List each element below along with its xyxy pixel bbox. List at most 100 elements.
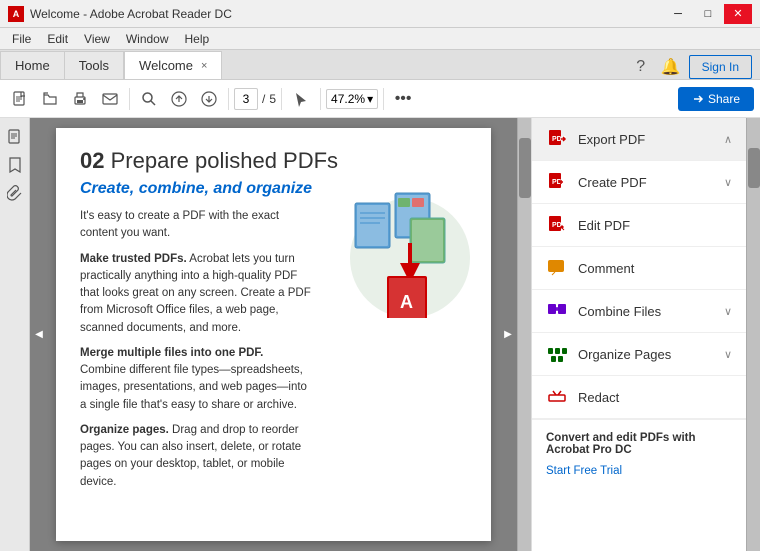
notification-icon[interactable]: 🔔	[659, 55, 683, 79]
panel-item-export-pdf[interactable]: PDF Export PDF ∧	[532, 118, 746, 161]
menu-view[interactable]: View	[76, 30, 118, 48]
pdf-heading-num: 02	[80, 148, 104, 173]
panel-item-edit-pdf[interactable]: PDF Edit PDF	[532, 204, 746, 247]
scrollbar-thumb[interactable]	[519, 138, 531, 198]
export-pdf-icon: PDF	[546, 128, 568, 150]
download-button[interactable]	[195, 85, 223, 113]
right-panel: PDF Export PDF ∧ PDF Create PDF ∨ PDF Ed…	[531, 118, 746, 551]
share-button[interactable]: Share	[678, 87, 754, 111]
page-sep: /	[262, 92, 265, 106]
zoom-value: 47.2%	[331, 92, 365, 106]
edit-pdf-label: Edit PDF	[578, 218, 722, 233]
zoom-chevron-icon: ▾	[367, 92, 373, 106]
separator-4	[320, 88, 321, 110]
panel-item-organize-pages[interactable]: Organize Pages ∨	[532, 333, 746, 376]
pdf-section2-title: Merge multiple files into one PDF.	[80, 347, 263, 359]
combine-files-chevron: ∨	[724, 305, 732, 318]
tab-right-actions: ? 🔔 Sign In	[621, 55, 760, 79]
zoom-control[interactable]: 47.2% ▾	[326, 89, 378, 109]
minimize-button[interactable]: ─	[664, 4, 692, 24]
window-title: Welcome - Adobe Acrobat Reader DC	[30, 7, 664, 21]
panel-item-create-pdf[interactable]: PDF Create PDF ∨	[532, 161, 746, 204]
search-button[interactable]	[135, 85, 163, 113]
redact-label: Redact	[578, 390, 722, 405]
combine-files-label: Combine Files	[578, 304, 714, 319]
menu-bar: File Edit View Window Help	[0, 28, 760, 50]
organize-pages-icon	[546, 343, 568, 365]
pdf-section3-title: Organize pages.	[80, 424, 169, 436]
vertical-scrollbar[interactable]	[517, 118, 531, 551]
sign-in-button[interactable]: Sign In	[689, 55, 752, 79]
separator-1	[129, 88, 130, 110]
organize-pages-label: Organize Pages	[578, 347, 714, 362]
comment-label: Comment	[578, 261, 722, 276]
menu-file[interactable]: File	[4, 30, 39, 48]
panel-item-comment[interactable]: Comment	[532, 247, 746, 290]
separator-3	[281, 88, 282, 110]
tab-home-label: Home	[15, 58, 50, 73]
create-pdf-chevron: ∨	[724, 176, 732, 189]
menu-help[interactable]: Help	[177, 30, 218, 48]
tab-tools[interactable]: Tools	[65, 51, 124, 79]
toolbar: 3 / 5 47.2% ▾ ••• Share	[0, 80, 760, 118]
cursor-tool-button[interactable]	[287, 85, 315, 113]
organize-pages-chevron: ∨	[724, 348, 732, 361]
create-pdf-label: Create PDF	[578, 175, 714, 190]
left-sidebar	[0, 118, 30, 551]
menu-edit[interactable]: Edit	[39, 30, 76, 48]
upload-button[interactable]	[165, 85, 193, 113]
pdf-page: 02 Prepare polished PDFs Create, combine…	[56, 128, 491, 541]
create-pdf-icon: PDF	[546, 171, 568, 193]
pdf-section1-title: Make trusted PDFs.	[80, 253, 187, 265]
main-area: ◀ 02 Prepare polished PDFs Create, combi…	[0, 118, 760, 551]
pdf-section2-body: Combine different file types—spreadsheet…	[80, 364, 307, 411]
panel-footer-text: Convert and edit PDFs with Acrobat Pro D…	[546, 432, 732, 456]
redact-icon	[546, 386, 568, 408]
new-file-button[interactable]	[6, 85, 34, 113]
email-button[interactable]	[96, 85, 124, 113]
panel-item-combine-files[interactable]: Combine Files ∨	[532, 290, 746, 333]
right-scrollbar-thumb[interactable]	[748, 148, 760, 188]
separator-5	[383, 88, 384, 110]
scroll-left-arrow[interactable]: ◀	[30, 118, 48, 551]
pdf-intro: It's easy to create a PDF with the exact…	[80, 208, 312, 243]
comment-icon	[546, 257, 568, 279]
panel-footer-link[interactable]: Start Free Trial	[546, 465, 622, 477]
tab-close-button[interactable]: ×	[201, 60, 207, 72]
export-pdf-chevron: ∧	[724, 133, 732, 146]
svg-text:A: A	[400, 292, 413, 312]
right-panel-scrollbar[interactable]	[746, 118, 760, 551]
edit-pdf-icon: PDF	[546, 214, 568, 236]
sidebar-pages-icon[interactable]	[4, 126, 26, 148]
tab-home[interactable]: Home	[0, 51, 65, 79]
more-options-button[interactable]: •••	[389, 85, 417, 113]
pdf-heading-text: Prepare polished PDFs	[111, 148, 338, 173]
svg-text:PDF: PDF	[552, 222, 567, 229]
pdf-section2: Merge multiple files into one PDF. Combi…	[80, 345, 312, 414]
close-button[interactable]: ✕	[724, 4, 752, 24]
print-button[interactable]	[66, 85, 94, 113]
share-label: Share	[708, 92, 740, 106]
page-number-input[interactable]: 3	[234, 88, 258, 110]
tab-welcome-label: Welcome	[139, 58, 193, 73]
tab-tools-label: Tools	[79, 58, 109, 73]
pdf-illustration: A	[345, 188, 475, 318]
app-icon: A	[8, 6, 24, 22]
combine-files-icon	[546, 300, 568, 322]
maximize-button[interactable]: □	[694, 4, 722, 24]
export-pdf-label: Export PDF	[578, 132, 714, 147]
title-bar: A Welcome - Adobe Acrobat Reader DC ─ □ …	[0, 0, 760, 28]
separator-2	[228, 88, 229, 110]
pdf-section1: Make trusted PDFs. Acrobat lets you turn…	[80, 251, 312, 337]
tab-welcome[interactable]: Welcome ×	[124, 51, 222, 79]
tab-bar: Home Tools Welcome × ? 🔔 Sign In	[0, 50, 760, 80]
panel-item-redact[interactable]: Redact	[532, 376, 746, 419]
sidebar-attachments-icon[interactable]	[4, 182, 26, 204]
menu-window[interactable]: Window	[118, 30, 177, 48]
sidebar-bookmarks-icon[interactable]	[4, 154, 26, 176]
pdf-section3: Organize pages. Drag and drop to reorder…	[80, 422, 312, 491]
help-icon[interactable]: ?	[629, 55, 653, 79]
scroll-right-arrow[interactable]: ▶	[499, 118, 517, 551]
open-file-button[interactable]	[36, 85, 64, 113]
panel-footer: Convert and edit PDFs with Acrobat Pro D…	[532, 419, 746, 489]
